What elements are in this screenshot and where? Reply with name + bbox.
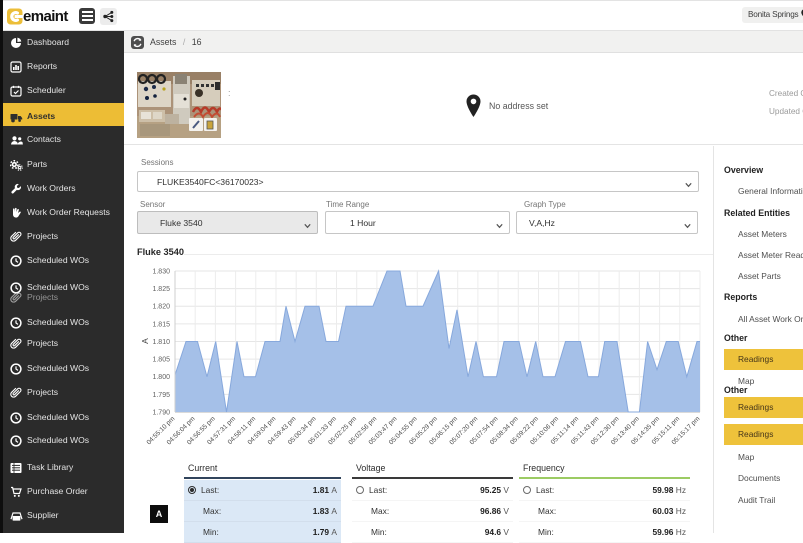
- svg-text:1.795: 1.795: [152, 392, 170, 399]
- svg-text:A: A: [140, 338, 150, 344]
- svg-text:1.810: 1.810: [152, 339, 170, 346]
- svg-text:1.800: 1.800: [152, 374, 170, 381]
- svg-text:1.790: 1.790: [152, 409, 170, 416]
- svg-text:1.820: 1.820: [152, 304, 170, 311]
- svg-text:1.825: 1.825: [152, 286, 170, 293]
- svg-text:1.815: 1.815: [152, 321, 170, 328]
- svg-text:1.830: 1.830: [152, 268, 170, 275]
- svg-text:1.805: 1.805: [152, 357, 170, 364]
